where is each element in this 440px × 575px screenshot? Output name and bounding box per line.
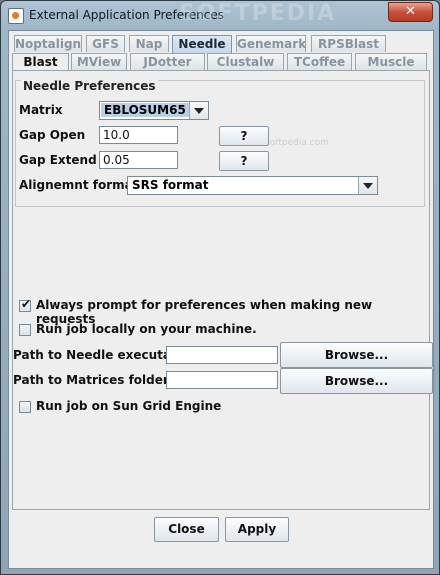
tab-needle[interactable]: Needle bbox=[172, 35, 232, 54]
tab-clustalw[interactable]: Clustalw bbox=[207, 53, 284, 70]
title-bar[interactable]: External Application Preferences SOFTPED… bbox=[1, 1, 439, 31]
matrices-path-browse-button[interactable]: Browse... bbox=[280, 368, 433, 394]
preferences-window: External Application Preferences SOFTPED… bbox=[0, 0, 440, 575]
sge-label[interactable]: Run job on Sun Grid Engine bbox=[36, 399, 221, 413]
needle-tab-panel: Needle Preferences www.softpedia.com Mat… bbox=[12, 70, 433, 510]
gap-open-label: Gap Open bbox=[19, 128, 86, 142]
gap-extend-label: Gap Extend bbox=[19, 153, 97, 167]
matrices-path-label: Path to Matrices folder. bbox=[13, 373, 172, 387]
tab-muscle[interactable]: Muscle bbox=[355, 53, 427, 70]
softpedia-watermark: SOFTPEDIA bbox=[179, 1, 337, 26]
tab-tcoffee[interactable]: TCoffee bbox=[287, 53, 352, 70]
matrix-value: EBLOSUM65 bbox=[101, 103, 189, 117]
needle-preferences-group: Needle Preferences www.softpedia.com Mat… bbox=[15, 79, 425, 207]
tab-jdotter[interactable]: JDotter bbox=[130, 53, 205, 70]
checkmark-icon: ✔ bbox=[21, 297, 32, 311]
tab-mview[interactable]: MView bbox=[71, 53, 127, 70]
gap-extend-field[interactable]: 0.05 bbox=[99, 151, 178, 169]
matrix-label: Matrix bbox=[19, 103, 63, 117]
needle-path-field[interactable] bbox=[166, 346, 278, 364]
window-close-button[interactable]: ✕ bbox=[388, 2, 433, 22]
tab-noptalign[interactable]: Noptalign bbox=[14, 35, 82, 52]
chevron-down-icon[interactable] bbox=[358, 177, 377, 194]
apply-button[interactable]: Apply bbox=[225, 517, 289, 542]
close-icon: ✕ bbox=[405, 4, 416, 19]
always-prompt-checkbox[interactable]: ✔ bbox=[19, 297, 32, 312]
alignment-format-dropdown[interactable]: SRS format bbox=[127, 176, 378, 195]
gap-extend-help-button[interactable]: ? bbox=[219, 151, 269, 171]
close-button[interactable]: Close bbox=[154, 517, 219, 542]
alignment-format-label: Alignemnt format bbox=[19, 178, 139, 192]
chevron-down-icon[interactable] bbox=[189, 102, 208, 119]
tab-blast[interactable]: Blast bbox=[12, 53, 69, 71]
sge-checkbox[interactable] bbox=[19, 401, 31, 413]
needle-path-browse-button[interactable]: Browse... bbox=[280, 342, 433, 368]
matrices-path-field[interactable] bbox=[166, 371, 278, 389]
alignment-format-value: SRS format bbox=[132, 178, 209, 192]
dialog-content: Noptalign GFS Nap Needle Genemark RPSBla… bbox=[8, 30, 434, 569]
run-local-label[interactable]: Run job locally on your machine. bbox=[36, 322, 257, 336]
gap-open-field[interactable]: 10.0 bbox=[99, 126, 178, 144]
needle-preferences-legend: Needle Preferences bbox=[21, 79, 158, 93]
java-app-icon bbox=[8, 8, 24, 24]
run-local-checkbox[interactable] bbox=[19, 324, 31, 336]
tab-nap[interactable]: Nap bbox=[129, 35, 169, 52]
gap-open-help-button[interactable]: ? bbox=[219, 126, 269, 146]
matrix-dropdown[interactable]: EBLOSUM65 bbox=[99, 101, 209, 120]
tab-gfs[interactable]: GFS bbox=[86, 35, 125, 52]
tab-genemark[interactable]: Genemark bbox=[236, 35, 306, 52]
tab-rpsblast[interactable]: RPSBlast bbox=[311, 35, 386, 52]
